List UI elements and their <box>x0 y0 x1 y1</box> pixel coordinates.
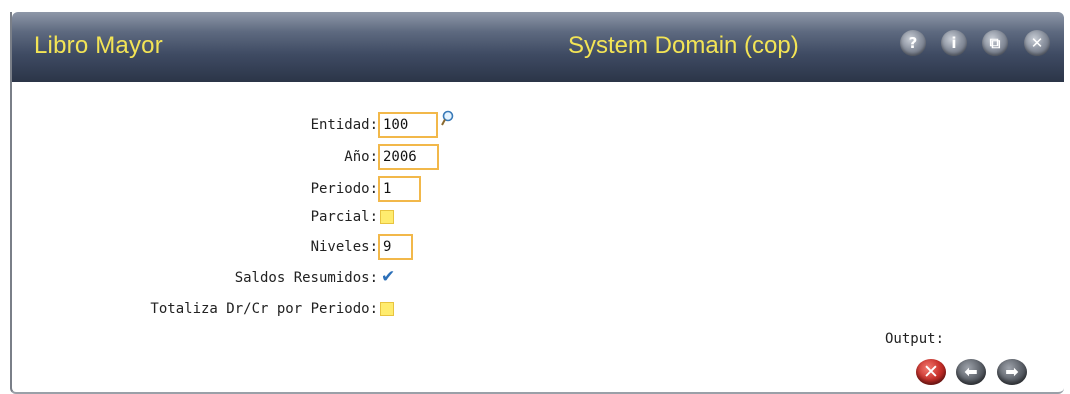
saldos-resumidos-checkbox[interactable]: ✔ <box>380 267 395 287</box>
row-totaliza: Totaliza Dr/Cr por Periodo: <box>12 296 378 322</box>
libro-mayor-form: Entidad: Año: Periodo: Parcial: Niveles: <box>12 12 1064 392</box>
row-periodo: Periodo: <box>12 176 378 202</box>
niveles-input[interactable] <box>378 234 413 260</box>
libro-mayor-window: Libro Mayor System Domain (cop) ? i ⧉ ✕ … <box>10 12 1064 394</box>
entidad-label: Entidad: <box>310 117 378 133</box>
row-entidad: Entidad: <box>12 112 378 138</box>
parcial-checkbox[interactable] <box>380 210 394 224</box>
row-parcial: Parcial: <box>12 204 378 230</box>
niveles-label: Niveles: <box>310 239 378 255</box>
entidad-input[interactable] <box>378 112 438 138</box>
output-label: Output: <box>885 331 945 347</box>
totaliza-label: Totaliza Dr/Cr por Periodo: <box>150 301 378 317</box>
back-arrow-icon[interactable]: ⬅ <box>956 359 986 385</box>
periodo-label: Periodo: <box>310 181 378 197</box>
row-anio: Año: <box>12 144 378 170</box>
lookup-search-icon[interactable] <box>440 110 454 130</box>
row-niveles: Niveles: <box>12 234 378 260</box>
forward-arrow-icon[interactable]: ➡ <box>997 359 1027 385</box>
totaliza-checkbox[interactable] <box>380 302 394 316</box>
checkmark-icon: ✔ <box>381 267 396 287</box>
anio-input[interactable] <box>378 144 439 170</box>
cancel-icon[interactable]: ✕ <box>916 359 946 385</box>
saldos-resumidos-label: Saldos Resumidos: <box>234 270 378 286</box>
anio-label: Año: <box>344 149 378 165</box>
parcial-label: Parcial: <box>310 209 378 225</box>
periodo-input[interactable] <box>378 176 421 202</box>
row-saldos-resumidos: Saldos Resumidos: <box>12 265 378 291</box>
